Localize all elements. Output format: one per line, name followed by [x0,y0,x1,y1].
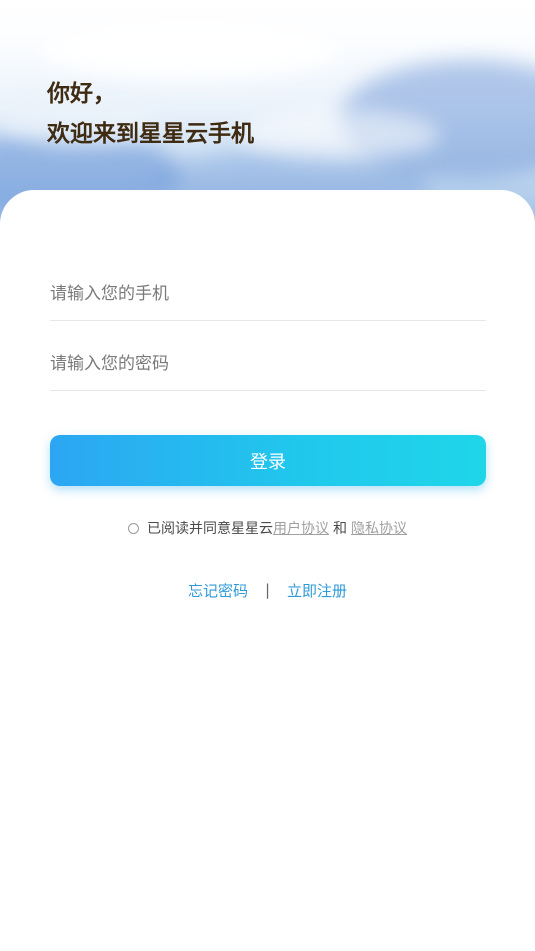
privacy-policy-link[interactable]: 隐私协议 [351,518,407,538]
link-separator: | [264,581,271,599]
welcome-line: 欢迎来到星星云手机 [47,121,254,147]
phone-input[interactable] [50,267,486,320]
agreement-checkbox[interactable] [128,522,139,534]
phone-field [50,267,486,321]
login-button[interactable]: 登录 [50,435,486,486]
password-field [50,337,486,391]
password-input[interactable] [50,337,486,390]
forgot-password-link[interactable]: 忘记密码 [188,580,248,601]
cloud-decoration [40,20,340,80]
agreement-and-text: 和 [333,521,347,537]
auth-links: 忘记密码 | 立即注册 [0,578,535,602]
welcome-heading: 你好， 欢迎来到星星云手机 [47,74,254,154]
agreement-text: 已阅读并同意星星云 [147,521,273,537]
register-link[interactable]: 立即注册 [287,580,347,601]
login-card: 登录 已阅读并同意星星云 用户协议 和 隐私协议 忘记密码 | 立即注册 [0,190,535,951]
user-agreement-link[interactable]: 用户协议 [273,518,329,538]
greeting-line: 你好， [47,81,116,107]
agreement-row: 已阅读并同意星星云 用户协议 和 隐私协议 [0,517,535,539]
cloud-decoration [240,110,440,160]
